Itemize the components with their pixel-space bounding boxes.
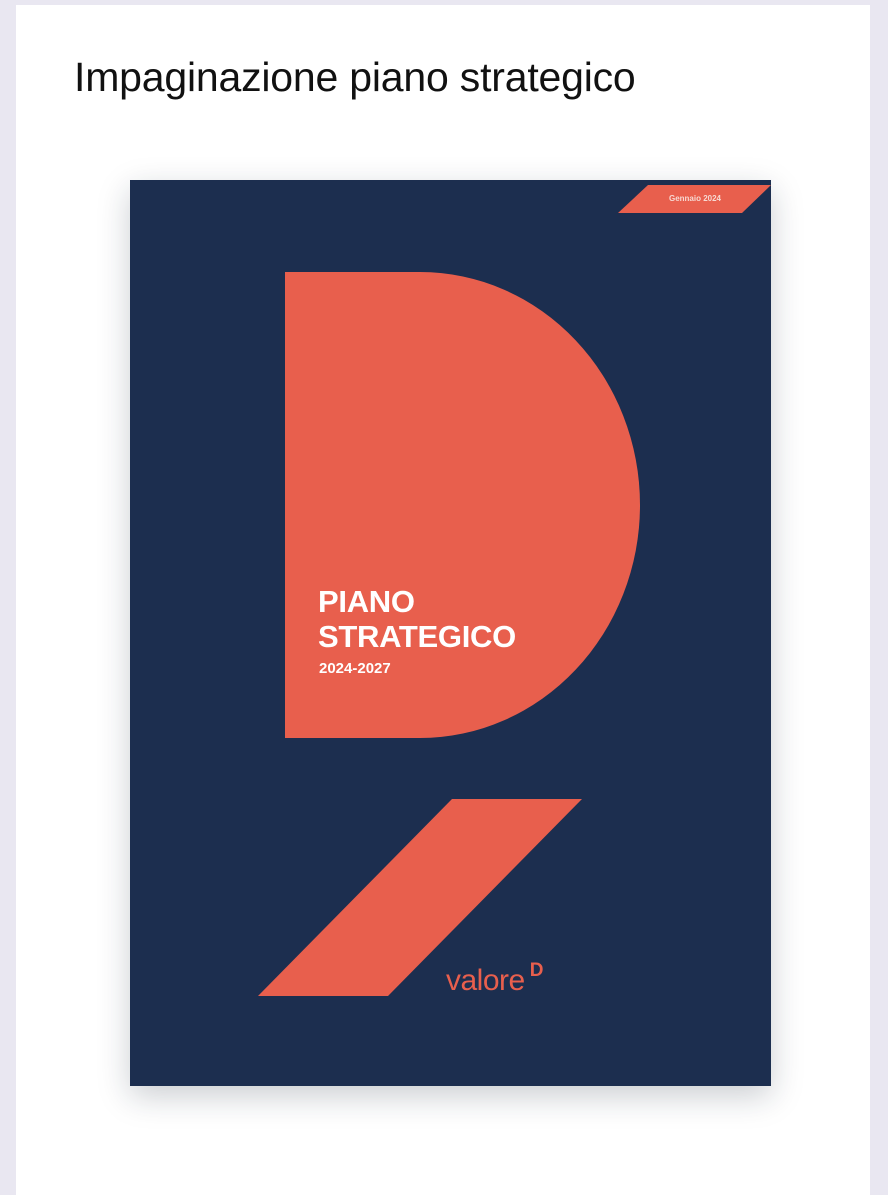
cover-title-line-1: PIANO [318,584,415,619]
cover-image[interactable]: Gennaio 2024 PIANO STRATEGICO 2024-2027 … [130,180,771,1086]
date-tag: Gennaio 2024 [668,194,722,203]
cover-title: PIANO STRATEGICO [318,584,516,654]
logo-mark: D [529,960,544,981]
brand-logo: valore D [446,960,543,998]
logo-word: valore [446,964,525,997]
cover-years: 2024-2027 [319,660,391,677]
project-card: Impaginazione piano strategico Gennaio 2… [16,5,870,1195]
card-title: Impaginazione piano strategico [74,54,636,100]
cover-title-line-2: STRATEGICO [318,619,516,654]
